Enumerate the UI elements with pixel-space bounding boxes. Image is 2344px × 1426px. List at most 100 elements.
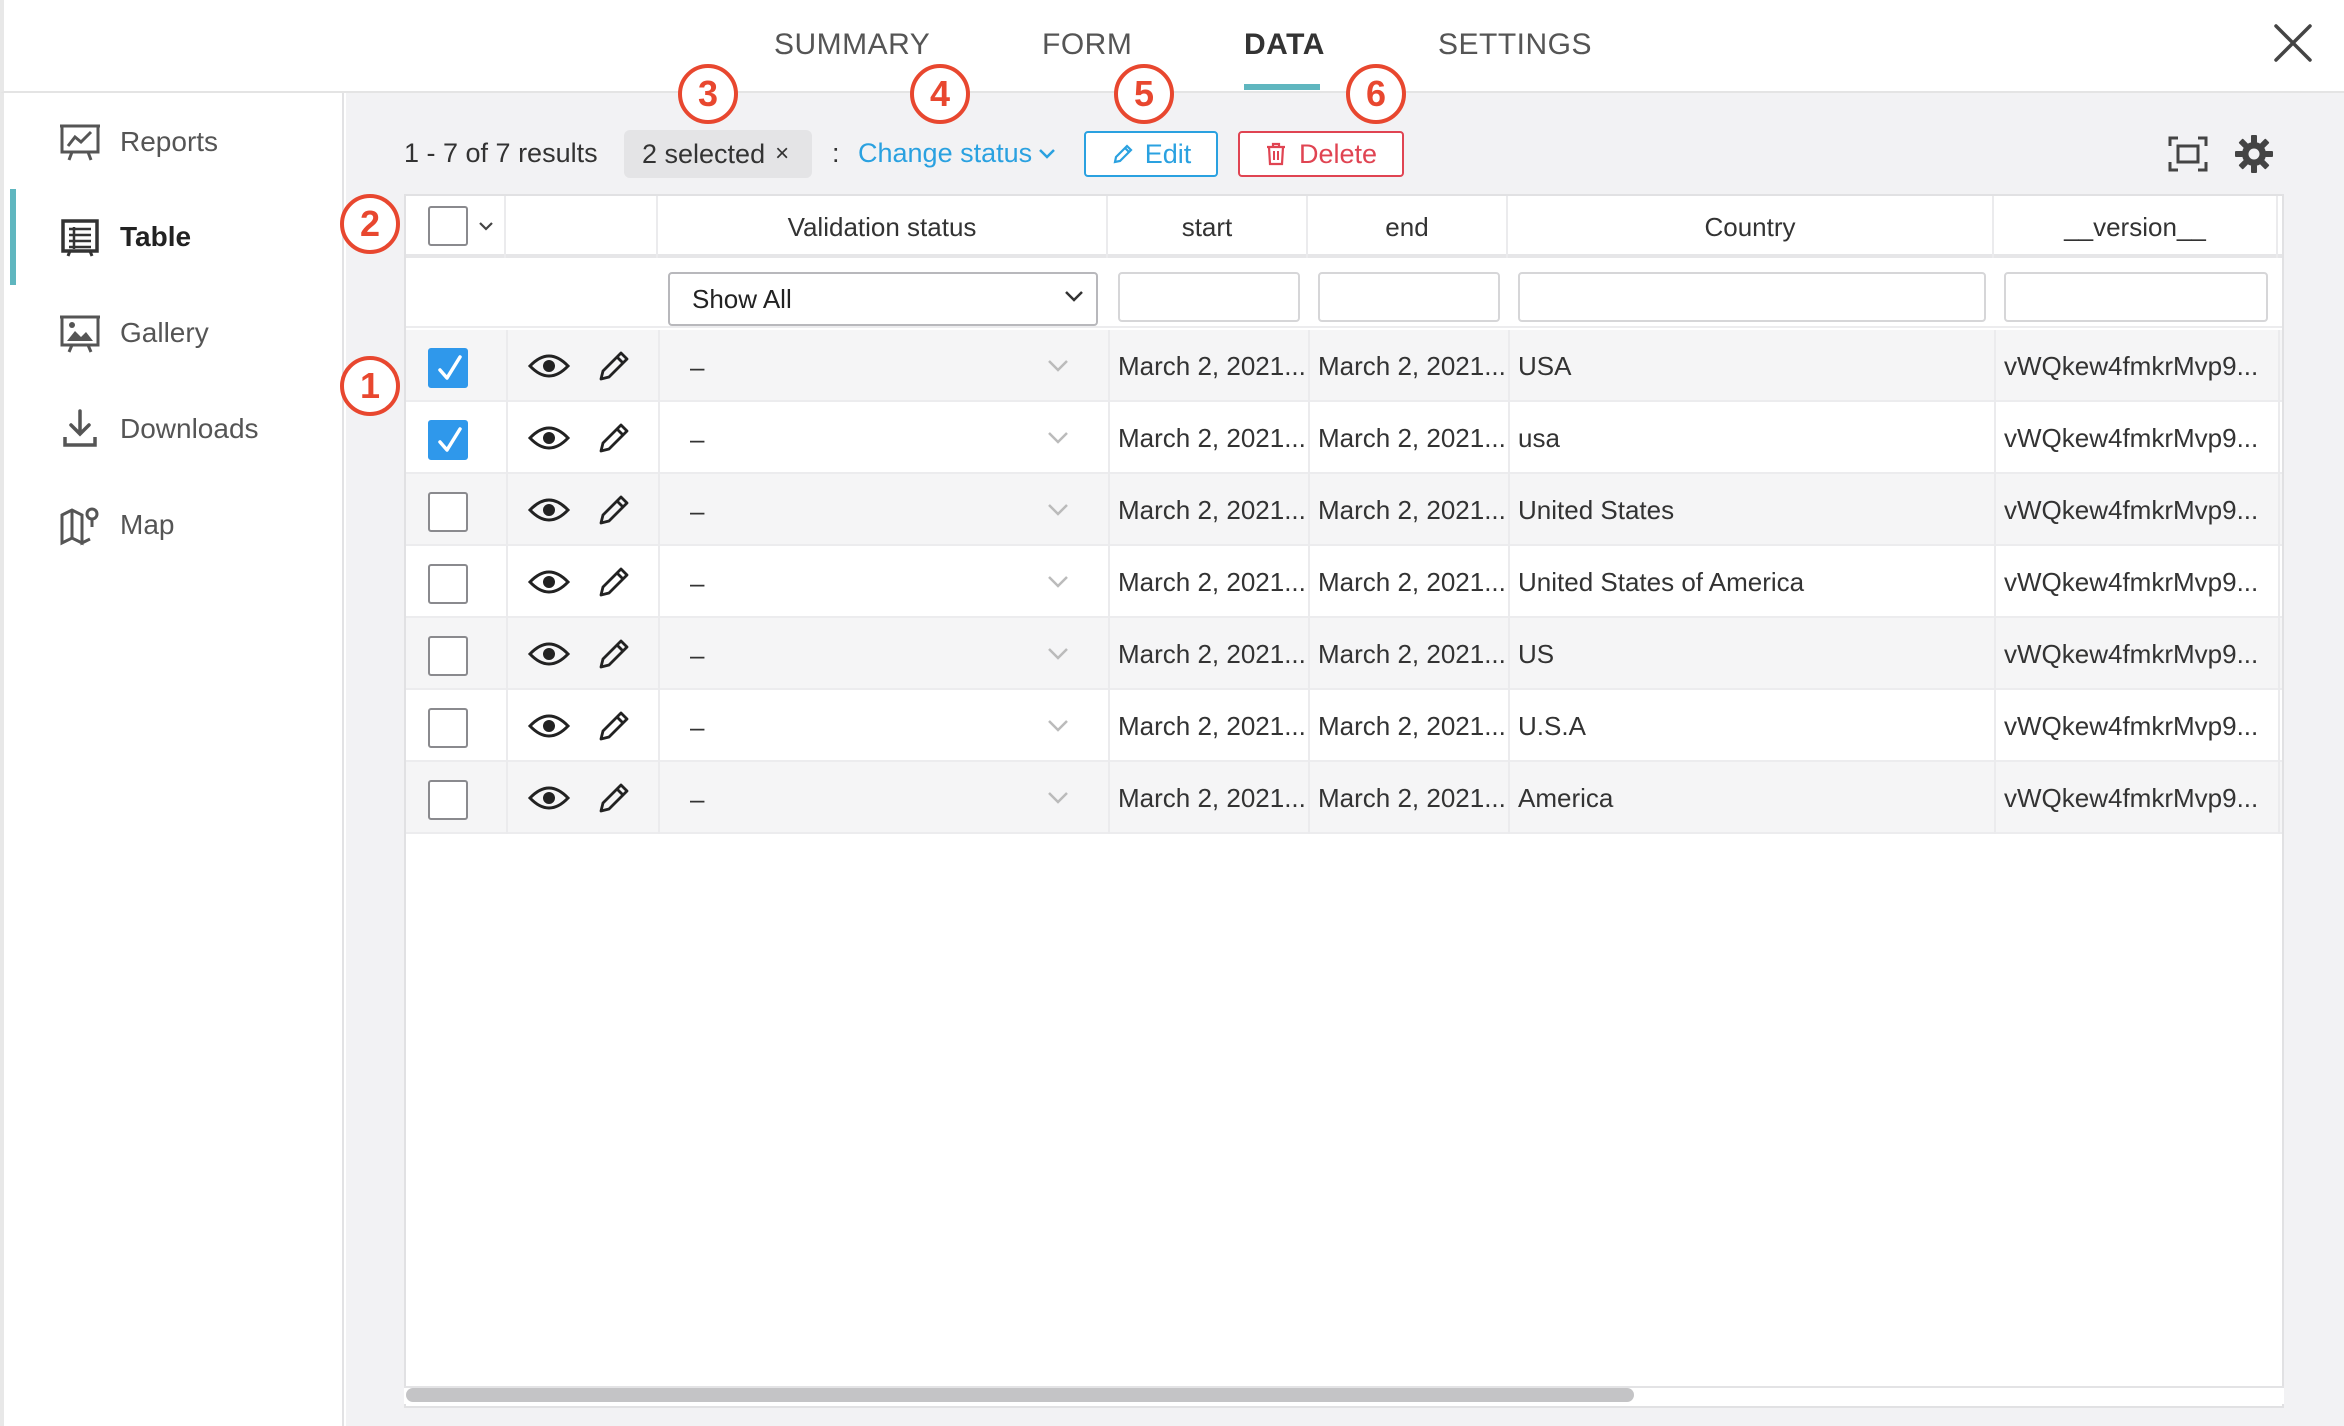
tab-summary[interactable]: SUMMARY: [774, 28, 930, 62]
table-row[interactable]: – March 2, 2021... March 2, 2021... United …: [406, 546, 2282, 618]
eye-icon[interactable]: [528, 350, 570, 382]
chevron-down-icon[interactable]: [478, 221, 494, 233]
results-count: 1 - 7 of 7 results: [404, 138, 598, 168]
table-icon: [61, 219, 99, 257]
pencil-icon: [1113, 144, 1133, 164]
sidebar-item-table[interactable]: Table: [4, 207, 344, 267]
row-checkbox[interactable]: [428, 348, 468, 388]
select-all-checkbox[interactable]: [428, 206, 468, 246]
selected-chip: 2 selected ×: [624, 130, 812, 178]
select-all-cell: [406, 196, 506, 258]
chevron-down-icon[interactable]: [1046, 502, 1070, 518]
version-filter-input[interactable]: [2004, 272, 2268, 322]
chevron-down-icon[interactable]: [1046, 790, 1070, 806]
country-filter-input[interactable]: [1518, 272, 1986, 322]
validation-status-value: –: [690, 712, 705, 742]
eye-icon[interactable]: [528, 494, 570, 526]
annotation-badge-3: 3: [678, 64, 738, 124]
start-cell: March 2, 2021...: [1118, 350, 1304, 381]
header-end[interactable]: end: [1308, 196, 1508, 258]
pencil-icon[interactable]: [596, 708, 632, 744]
annotation-badge-4: 4: [910, 64, 970, 124]
table-row[interactable]: – March 2, 2021... March 2, 2021... United …: [406, 474, 2282, 546]
table-row[interactable]: – March 2, 2021... March 2, 2021... US vWQke…: [406, 618, 2282, 690]
start-filter-input[interactable]: [1118, 272, 1300, 322]
annotation-badge-6: 6: [1346, 64, 1406, 124]
end-cell: March 2, 2021...: [1318, 566, 1504, 597]
change-status-label: Change status: [858, 138, 1033, 168]
sidebar-item-map[interactable]: Map: [4, 495, 344, 555]
validation-status-value: –: [690, 568, 705, 598]
header-version[interactable]: __version__: [1994, 196, 2278, 258]
version-cell: vWQkew4fmkrMvp9...: [2004, 638, 2259, 669]
start-cell: March 2, 2021...: [1118, 422, 1304, 453]
validation-status-filter[interactable]: Show All: [668, 272, 1098, 326]
pencil-icon[interactable]: [596, 348, 632, 384]
chevron-down-icon[interactable]: [1046, 430, 1070, 446]
country-cell: US: [1518, 638, 1555, 669]
end-cell: March 2, 2021...: [1318, 638, 1504, 669]
table-row[interactable]: – March 2, 2021... March 2, 2021... U.S.A vW…: [406, 690, 2282, 762]
sidebar-item-gallery[interactable]: Gallery: [4, 303, 344, 363]
eye-icon[interactable]: [528, 566, 570, 598]
table-row[interactable]: – March 2, 2021... March 2, 2021... America…: [406, 762, 2282, 834]
chevron-down-icon[interactable]: [1046, 574, 1070, 590]
table-row[interactable]: – March 2, 2021... March 2, 2021... usa vWQk…: [406, 402, 2282, 474]
version-cell: vWQkew4fmkrMvp9...: [2004, 782, 2259, 813]
actions-header: [506, 196, 658, 258]
table-row[interactable]: – March 2, 2021... March 2, 2021... USA vWQk…: [406, 330, 2282, 402]
clear-selection-button[interactable]: ×: [775, 140, 789, 168]
toolbar-separator: :: [832, 138, 840, 168]
sidebar-item-downloads[interactable]: Downloads: [4, 399, 344, 459]
validation-status-value: –: [690, 784, 705, 814]
header-validation-status[interactable]: Validation status: [658, 196, 1108, 258]
row-checkbox[interactable]: [428, 708, 468, 748]
tab-data[interactable]: DATA: [1244, 28, 1325, 62]
sidebar-item-label: Gallery: [120, 317, 209, 348]
delete-button[interactable]: Delete: [1238, 131, 1404, 177]
download-icon: [63, 409, 97, 447]
edit-button[interactable]: Edit: [1084, 131, 1218, 177]
tab-settings[interactable]: SETTINGS: [1438, 28, 1592, 62]
row-checkbox[interactable]: [428, 636, 468, 676]
row-checkbox[interactable]: [428, 564, 468, 604]
eye-icon[interactable]: [528, 710, 570, 742]
country-cell: U.S.A: [1518, 710, 1586, 741]
header-country[interactable]: Country: [1508, 196, 1994, 258]
eye-icon[interactable]: [528, 422, 570, 454]
validation-status-value: –: [690, 352, 705, 382]
pencil-icon[interactable]: [596, 492, 632, 528]
end-cell: March 2, 2021...: [1318, 710, 1504, 741]
chevron-down-icon[interactable]: [1046, 718, 1070, 734]
row-checkbox[interactable]: [428, 780, 468, 820]
validation-status-value: –: [690, 496, 705, 526]
change-status-dropdown[interactable]: Change status: [858, 138, 1056, 169]
eye-icon[interactable]: [528, 782, 570, 814]
start-cell: March 2, 2021...: [1118, 566, 1304, 597]
selected-count: 2 selected: [642, 138, 766, 169]
end-filter-input[interactable]: [1318, 272, 1500, 322]
gear-icon[interactable]: [2234, 134, 2274, 174]
chevron-down-icon[interactable]: [1046, 646, 1070, 662]
pencil-icon[interactable]: [596, 636, 632, 672]
edit-label: Edit: [1144, 138, 1192, 169]
tab-form[interactable]: FORM: [1042, 28, 1132, 62]
pencil-icon[interactable]: [596, 780, 632, 816]
horizontal-scrollbar-thumb[interactable]: [406, 1388, 1634, 1402]
pencil-icon[interactable]: [596, 420, 632, 456]
chevron-down-icon[interactable]: [1046, 358, 1070, 374]
pencil-icon[interactable]: [596, 564, 632, 600]
eye-icon[interactable]: [528, 638, 570, 670]
start-cell: March 2, 2021...: [1118, 494, 1304, 525]
end-cell: March 2, 2021...: [1318, 350, 1504, 381]
fullscreen-icon[interactable]: [2168, 136, 2208, 172]
close-icon[interactable]: [2270, 20, 2316, 66]
start-cell: March 2, 2021...: [1118, 782, 1304, 813]
header-start[interactable]: start: [1108, 196, 1308, 258]
filter-select-value: Show All: [692, 283, 792, 314]
version-cell: vWQkew4fmkrMvp9...: [2004, 350, 2259, 381]
row-checkbox[interactable]: [428, 420, 468, 460]
version-cell: vWQkew4fmkrMvp9...: [2004, 422, 2259, 453]
sidebar-item-reports[interactable]: Reports: [4, 112, 344, 172]
row-checkbox[interactable]: [428, 492, 468, 532]
